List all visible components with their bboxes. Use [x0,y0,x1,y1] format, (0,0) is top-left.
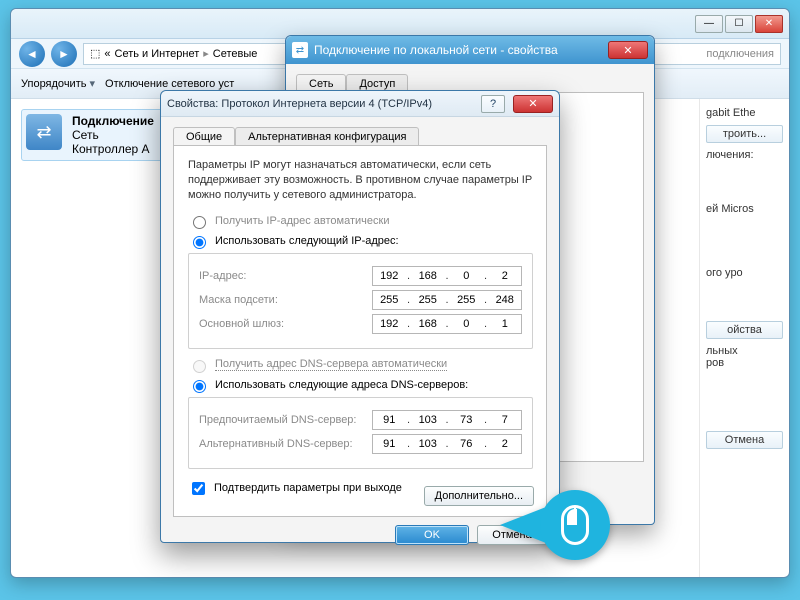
tab-alt-config[interactable]: Альтернативная конфигурация [235,127,419,146]
field-label: Предпочитаемый DNS-сервер: [199,414,364,426]
dialog-title: Свойства: Протокол Интернета версии 4 (T… [167,98,432,110]
right-pane-fragment: gabit Ethe троить... лючения: ей Micros … [699,99,789,577]
text-fragment: льных ров [706,345,783,369]
radio-label: Использовать следующие адреса DNS-сервер… [215,379,468,391]
dialog-title: Подключение по локальной сети - свойства [314,43,558,57]
radio-label: Получить IP-адрес автоматически [215,215,389,227]
cancel-button[interactable]: Отмена [706,431,783,449]
mouse-icon [561,505,589,545]
radio-label: Использовать следующий IP-адрес: [215,235,399,247]
dialog-titlebar[interactable]: Свойства: Протокол Интернета версии 4 (T… [161,91,559,117]
forward-button[interactable]: ► [51,41,77,67]
close-button[interactable]: ✕ [513,95,553,113]
organize-menu[interactable]: Упорядочить [21,77,95,90]
breadcrumb-hint: подключения [706,48,774,60]
validate-checkbox[interactable] [192,482,205,495]
field-label: IP-адрес: [199,270,364,282]
breadcrumb-seg[interactable]: Сеть и Интернет [115,48,200,60]
network-icon: ⬚ [90,47,100,60]
ip-address-input[interactable]: 192. 168. 0. 2 [372,266,522,286]
text-fragment: gabit Ethe [706,107,783,119]
field-label: Основной шлюз: [199,318,364,330]
configure-button[interactable]: троить... [706,125,783,143]
dns-group: Предпочитаемый DNS-сервер: 91. 103. 73. … [188,397,533,469]
maximize-button[interactable]: ☐ [725,15,753,33]
subnet-mask-input[interactable]: 255. 255. 255. 248 [372,290,522,310]
close-button[interactable]: ✕ [755,15,783,33]
properties-button[interactable]: ойства [706,321,783,339]
dns-manual-radio[interactable] [193,380,206,393]
description-text: Параметры IP могут назначаться автоматич… [188,158,532,203]
text-fragment: лючения: [706,149,783,161]
connection-line: Сеть [72,128,154,142]
network-icon: ⇄ [292,42,308,58]
ip-group: IP-адрес: 192. 168. 0. 2 Маска подсети: … [188,253,533,349]
network-adapter-icon: ⇄ [26,114,62,150]
help-button[interactable]: ? [481,95,505,113]
ip-manual-radio[interactable] [193,236,206,249]
text-fragment: ей Micros [706,203,783,215]
minimize-button[interactable]: — [695,15,723,33]
text-fragment: ого уро [706,267,783,279]
field-label: Маска подсети: [199,294,364,306]
close-button[interactable]: ✕ [608,41,648,59]
connection-line: Контроллер A [72,142,154,156]
tab-panel: Параметры IP могут назначаться автоматич… [173,145,547,517]
tab-general[interactable]: Общие [173,127,235,146]
click-hint-overlay [500,490,610,560]
radio-label: Получить адрес DNS-сервера автоматически [215,358,447,371]
ip-auto-radio[interactable] [193,216,206,229]
connection-title: Подключение [72,114,154,128]
alt-dns-input[interactable]: 91. 103. 76. 2 [372,434,522,454]
ok-button[interactable]: OK [395,525,469,545]
gateway-input[interactable]: 192. 168. 0. 1 [372,314,522,334]
preferred-dns-input[interactable]: 91. 103. 73. 7 [372,410,522,430]
back-button[interactable]: ◄ [19,41,45,67]
checkbox-label: Подтвердить параметры при выходе [214,482,402,494]
field-label: Альтернативный DNS-сервер: [199,438,364,450]
breadcrumb-seg[interactable]: Сетевые [213,48,258,60]
ipv4-properties-dialog: Свойства: Протокол Интернета версии 4 (T… [160,90,560,543]
disable-device-button[interactable]: Отключение сетевого уст [105,78,234,90]
tabs: Общие Альтернативная конфигурация [173,127,547,146]
dns-auto-radio [193,360,206,373]
dialog-titlebar[interactable]: ⇄ Подключение по локальной сети - свойст… [286,36,654,64]
